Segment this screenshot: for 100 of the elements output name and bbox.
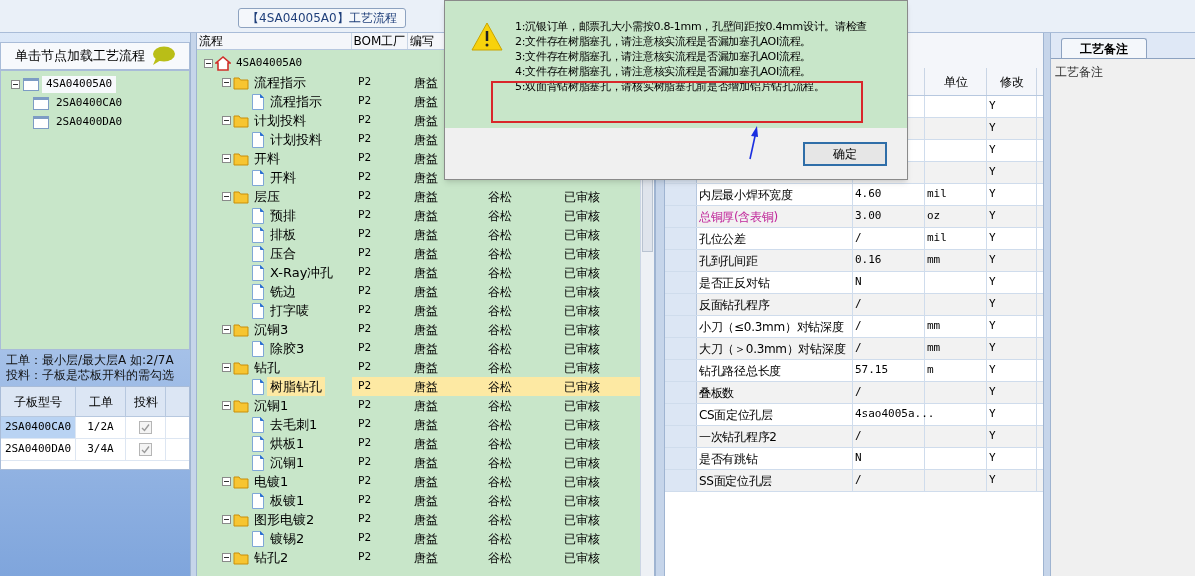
tree-item[interactable]: 沉铜1 — [267, 452, 308, 473]
tree-item[interactable]: 2SA0400CA0 — [52, 95, 127, 112]
table-cell-text: P2 — [357, 321, 373, 338]
table-cell-text: 唐益 — [413, 530, 439, 548]
toggle-icon[interactable] — [222, 553, 231, 562]
toggle-icon[interactable] — [222, 154, 231, 163]
table-row[interactable]: 大刀（＞0.3mm）对钻深度 / mm Y — [665, 338, 1043, 360]
toggle-icon[interactable] — [222, 116, 231, 125]
table-row[interactable]: SS面定位孔层 / Y — [665, 470, 1043, 492]
tree-item[interactable]: 去毛刺1 — [267, 414, 321, 435]
row-header[interactable] — [665, 382, 697, 403]
tree-item[interactable]: 铣边 — [267, 281, 299, 302]
tree-item[interactable]: 2SA0400DA0 — [52, 114, 127, 131]
table-row[interactable]: 孔到孔间距 0.16 mm Y — [665, 250, 1043, 272]
row-header[interactable] — [665, 184, 697, 205]
tree-item[interactable]: 压合 — [267, 243, 299, 264]
toggle-icon[interactable] — [222, 515, 231, 524]
column-header[interactable]: 子板型号 — [1, 387, 76, 416]
toggle-icon[interactable] — [222, 325, 231, 334]
row-header[interactable] — [665, 294, 697, 315]
document-tab[interactable]: 【4SA04005A0】工艺流程 — [238, 8, 406, 28]
tree-item[interactable]: 除胶3 — [267, 338, 308, 359]
toggle-icon[interactable] — [222, 401, 231, 410]
column-header[interactable]: 工单 — [76, 387, 126, 416]
row-header[interactable] — [665, 338, 697, 359]
column-header[interactable]: 单位 — [925, 68, 987, 95]
toggle-icon[interactable] — [204, 59, 213, 68]
table-row[interactable]: 是否有跳钻 N Y — [665, 448, 1043, 470]
row-header[interactable] — [665, 404, 697, 425]
table-row[interactable]: 总铜厚(含表铜) 3.00 oz Y — [665, 206, 1043, 228]
row-header[interactable] — [665, 228, 697, 249]
tree-item[interactable]: 镀锡2 — [267, 528, 308, 549]
tree-item[interactable]: 打字唛 — [267, 300, 312, 321]
table-row[interactable]: 小刀（≤0.3mm）对钻深度 / mm Y — [665, 316, 1043, 338]
folder-icon — [233, 550, 249, 565]
checkbox[interactable] — [139, 421, 152, 434]
tree-item[interactable]: 排板 — [267, 224, 299, 245]
tree-item[interactable]: 预排 — [267, 205, 299, 226]
tree-item[interactable]: 流程指示 — [251, 72, 309, 93]
tree-item[interactable]: 4SA04005A0 — [233, 55, 306, 72]
tree-item[interactable]: 开料 — [267, 167, 299, 188]
tree-item[interactable]: 钻孔 — [251, 357, 283, 378]
column-header[interactable]: 投料 — [126, 387, 166, 416]
tree-item[interactable]: 计划投料 — [267, 129, 325, 150]
tree-item[interactable]: 层压 — [251, 186, 283, 207]
table-row[interactable]: 孔位公差 / mil Y — [665, 228, 1043, 250]
table-cell: Y — [989, 164, 996, 181]
row-header[interactable] — [665, 470, 697, 491]
row-header[interactable] — [665, 316, 697, 337]
ok-button[interactable]: 确定 — [803, 141, 887, 166]
tree-item[interactable]: 流程指示 — [267, 91, 325, 112]
tree-item[interactable]: 计划投料 — [251, 110, 309, 131]
tree-item[interactable]: 钻孔2 — [251, 547, 292, 568]
table-row[interactable]: 反面钻孔程序 / Y — [665, 294, 1043, 316]
table-cell-text: 唐益 — [413, 359, 439, 377]
table-cell[interactable]: 2SA0400CA0 — [1, 417, 76, 438]
toggle-icon[interactable] — [11, 80, 20, 89]
tree-item[interactable]: 板镀1 — [267, 490, 308, 511]
table-row[interactable]: 内层最小焊环宽度 4.60 mil Y — [665, 184, 1043, 206]
tree-item[interactable]: X-Ray冲孔 — [267, 262, 337, 283]
tree-item[interactable]: 开料 — [251, 148, 283, 169]
table-row[interactable]: 是否正反对钻 N Y — [665, 272, 1043, 294]
row-header[interactable] — [665, 448, 697, 469]
table-cell-text: P2 — [357, 226, 373, 243]
toggle-icon[interactable] — [222, 192, 231, 201]
table-cell-text: P2 — [357, 435, 373, 452]
row-header[interactable] — [665, 360, 697, 381]
column-header[interactable]: BOM工厂 — [352, 33, 408, 49]
tree-item[interactable]: 4SA04005A0 — [42, 76, 117, 93]
tree-item[interactable]: 沉铜3 — [251, 319, 292, 340]
table-cell-text: 唐益 — [413, 473, 439, 491]
table-row[interactable]: 一次钻孔程序2 / Y — [665, 426, 1043, 448]
table-row[interactable]: CS面定位孔层 4sao4005a... Y — [665, 404, 1043, 426]
row-header[interactable] — [665, 250, 697, 271]
document-icon — [251, 492, 265, 509]
table-row[interactable]: 叠板数 / Y — [665, 382, 1043, 404]
table-cell: P2 — [352, 377, 408, 396]
table-cell-text: 已审核 — [563, 340, 601, 358]
table-cell-text: P2 — [357, 549, 373, 566]
folder-icon — [233, 322, 249, 337]
tree-item[interactable]: 树脂钻孔 — [267, 376, 325, 397]
column-header[interactable]: 流程 — [197, 33, 352, 49]
tree-item[interactable]: 烘板1 — [267, 433, 308, 454]
tree-item[interactable]: 沉铜1 — [251, 395, 292, 416]
table-cell: 57.15 — [855, 362, 889, 379]
row-header[interactable] — [665, 206, 697, 227]
row-header[interactable] — [665, 272, 697, 293]
table-cell-text: 谷松 — [487, 530, 513, 548]
toggle-icon[interactable] — [222, 363, 231, 372]
column-header[interactable]: 修改 — [987, 68, 1037, 95]
tree-item[interactable]: 图形电镀2 — [251, 509, 318, 530]
table-cell[interactable]: 2SA0400DA0 — [1, 439, 76, 460]
row-header[interactable] — [665, 426, 697, 447]
checkbox[interactable] — [139, 443, 152, 456]
tree-item[interactable]: 电镀1 — [251, 471, 292, 492]
panel-tab[interactable]: 工艺备注 — [1061, 38, 1147, 58]
toggle-icon[interactable] — [222, 477, 231, 486]
table-row[interactable]: 钻孔路径总长度 57.15 m Y — [665, 360, 1043, 382]
toggle-icon[interactable] — [222, 78, 231, 87]
table-cell-text: P2 — [357, 397, 373, 414]
